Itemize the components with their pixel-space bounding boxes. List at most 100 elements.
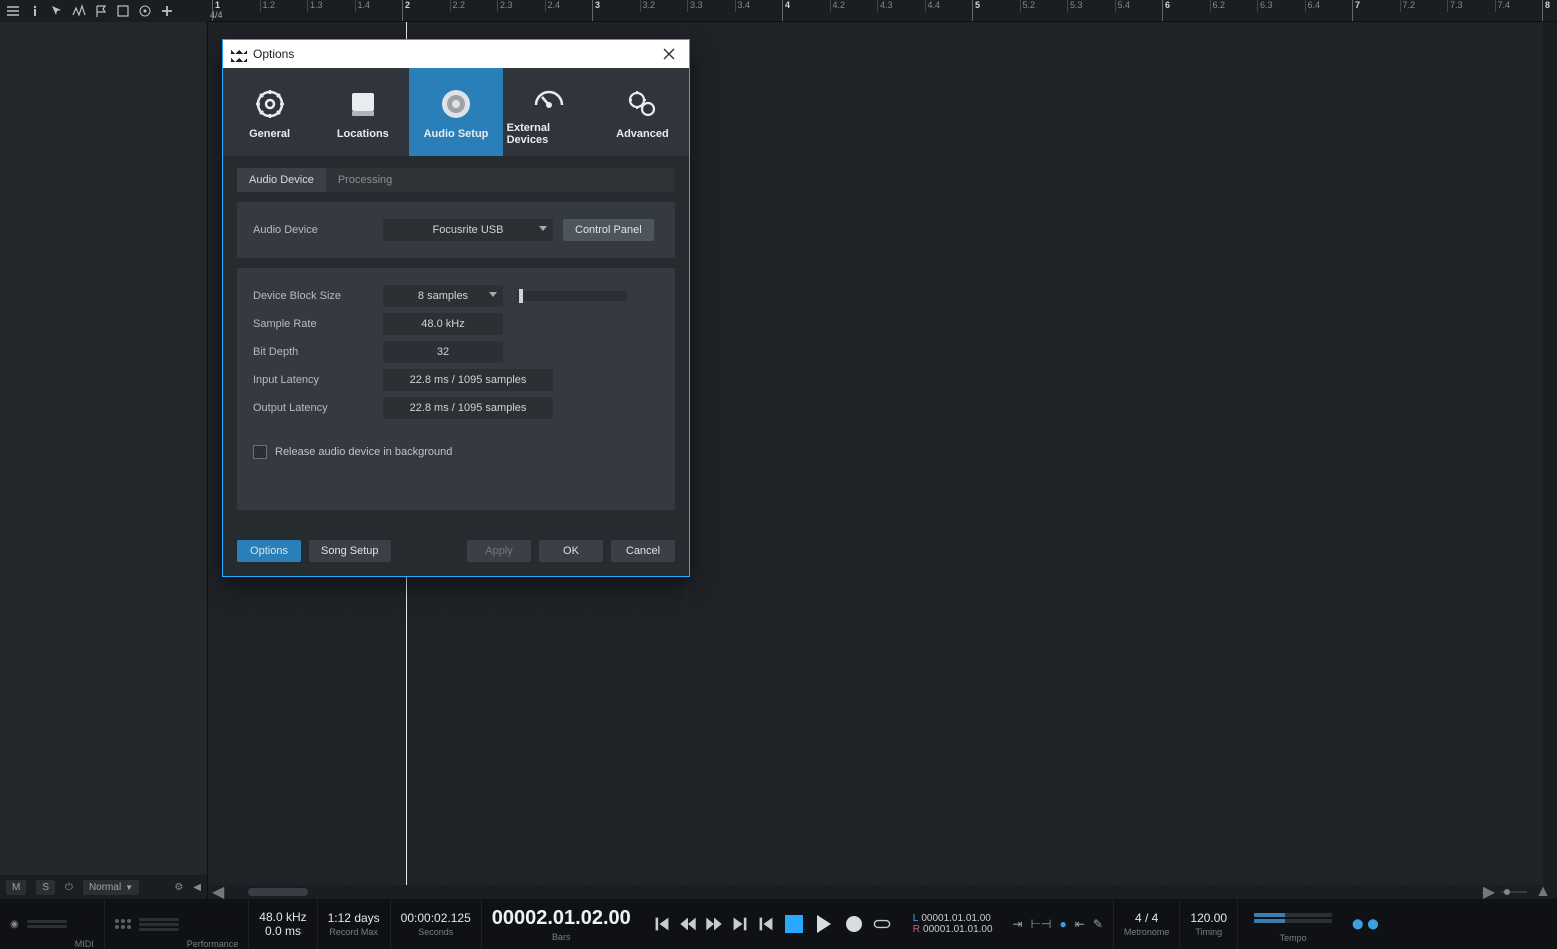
timeline-ruler[interactable]: 4/4 11.21.31.422.22.32.433.23.33.444.24.…: [208, 0, 1557, 22]
ruler-bar: 4: [782, 0, 790, 22]
tool-flag-icon[interactable]: [92, 2, 110, 20]
rewind-start-button[interactable]: [653, 915, 671, 933]
stop-button[interactable]: [783, 913, 805, 935]
locator-l-value[interactable]: 00001.01.01.00: [921, 913, 991, 924]
power-icon[interactable]: ⏻: [65, 882, 73, 893]
song-setup-button[interactable]: Song Setup: [309, 540, 391, 562]
bars-value[interactable]: 00002.01.02.00: [492, 907, 631, 930]
precount-icon[interactable]: ⇤: [1075, 917, 1085, 931]
preroll-icon[interactable]: ⇥: [1013, 917, 1023, 931]
dialog-title: Options: [253, 47, 294, 61]
subtab-audio-device[interactable]: Audio Device: [237, 168, 326, 192]
settings-icon[interactable]: ⚙: [174, 882, 183, 893]
scroll-thumb[interactable]: [248, 888, 308, 896]
record-button[interactable]: [843, 913, 865, 935]
metronome-dot-icon[interactable]: ●: [1060, 917, 1067, 931]
toggle-a-icon[interactable]: ⬤: [1352, 919, 1363, 930]
block-size-select[interactable]: 8 samples: [383, 285, 503, 307]
apply-button[interactable]: Apply: [467, 540, 531, 562]
ruler-beat: 1.4: [355, 0, 371, 12]
locator-l-label: L: [913, 913, 919, 924]
tool-draw-icon[interactable]: [70, 2, 88, 20]
sample-rate-label: Sample Rate: [253, 318, 383, 330]
ruler-beat: 7.3: [1447, 0, 1463, 12]
chevron-right-icon[interactable]: ▶: [1479, 882, 1499, 899]
rewind-button[interactable]: [679, 915, 697, 933]
timesig-value[interactable]: 4 / 4: [1135, 911, 1158, 925]
ruler-beat: 7.4: [1495, 0, 1511, 12]
audio-sub-tabs: Audio Device Processing: [237, 168, 675, 192]
ruler-beat: 5.3: [1067, 0, 1083, 12]
tab-audio-label: Audio Setup: [424, 128, 489, 140]
tab-audio-setup[interactable]: Audio Setup: [409, 68, 502, 156]
global-mute-button[interactable]: M: [6, 880, 26, 895]
return-to-start-button[interactable]: [757, 915, 775, 933]
tool-target-icon[interactable]: [136, 2, 154, 20]
tool-toolbar: [0, 0, 208, 22]
close-button[interactable]: [657, 42, 681, 66]
ruler-bar: 8: [1542, 0, 1550, 22]
sample-rate-value: 48.0 kHz: [259, 910, 306, 924]
audio-device-value: Focusrite USB: [433, 224, 504, 236]
tab-external-devices[interactable]: External Devices: [503, 68, 596, 156]
automation-mode-select[interactable]: Normal ▼: [83, 880, 139, 895]
options-dialog: Options General Locations Audio Setup Ex…: [222, 39, 690, 577]
audio-device-label: Audio Device: [253, 224, 383, 236]
audio-device-select[interactable]: Focusrite USB: [383, 219, 553, 241]
control-panel-button[interactable]: Control Panel: [563, 219, 654, 241]
release-bg-label: Release audio device in background: [275, 446, 452, 458]
drive-icon: [345, 86, 381, 122]
seconds-value[interactable]: 00:00:02.125: [401, 911, 471, 925]
sample-rate-field[interactable]: 48.0 kHz: [383, 313, 503, 335]
ruler-beat: 2.2: [450, 0, 466, 12]
click-icon[interactable]: ✎: [1093, 917, 1103, 931]
ruler-beat: 5.4: [1115, 0, 1131, 12]
transport-controls: [641, 913, 903, 935]
slider-thumb[interactable]: [519, 289, 523, 303]
autopunch-icon[interactable]: ⊢⊣: [1031, 917, 1052, 931]
output-latency-value: 22.8 ms / 1095 samples: [383, 397, 553, 419]
horizontal-scrollbar[interactable]: ◀ ▶ ▲: [208, 885, 1557, 899]
ruler-bar: 5: [972, 0, 980, 22]
tab-locations[interactable]: Locations: [316, 68, 409, 156]
tempo-value[interactable]: 120.00: [1190, 911, 1227, 925]
play-button[interactable]: [813, 913, 835, 935]
ruler-bar: 3: [592, 0, 600, 22]
metronome-label: Metronome: [1124, 927, 1170, 937]
gear-icon: [252, 86, 288, 122]
loop-button[interactable]: [873, 915, 891, 933]
seconds-label: Seconds: [418, 927, 453, 937]
subtab-processing[interactable]: Processing: [326, 168, 404, 192]
tool-square-icon[interactable]: [114, 2, 132, 20]
bit-depth-field[interactable]: 32: [383, 341, 503, 363]
tab-advanced-label: Advanced: [616, 128, 669, 140]
forward-button[interactable]: [705, 915, 723, 933]
global-solo-button[interactable]: S: [36, 880, 55, 895]
chevron-left-icon[interactable]: ◀: [208, 882, 228, 899]
ruler-beat: 3.4: [735, 0, 751, 12]
tool-add-icon[interactable]: [158, 2, 176, 20]
ruler-beat: 7.2: [1400, 0, 1416, 12]
release-bg-checkbox[interactable]: [253, 445, 267, 459]
locator-r-value[interactable]: 00001.01.01.00: [923, 924, 993, 935]
forward-end-button[interactable]: [731, 915, 749, 933]
zoom-fit-icon[interactable]: ▲: [1529, 883, 1557, 899]
tool-arrow-icon[interactable]: [48, 2, 66, 20]
ok-button[interactable]: OK: [539, 540, 603, 562]
chevron-down-icon: ▼: [125, 883, 133, 892]
ruler-beat: 6.4: [1305, 0, 1321, 12]
output-meter: [1248, 905, 1338, 931]
dialog-footer: Options Song Setup Apply OK Cancel: [223, 530, 689, 576]
dialog-titlebar[interactable]: Options: [223, 40, 689, 68]
chevron-left-icon[interactable]: ◀: [193, 882, 201, 893]
tab-general[interactable]: General: [223, 68, 316, 156]
block-size-slider[interactable]: [517, 291, 627, 301]
zoom-slider-icon[interactable]: [1499, 886, 1529, 898]
cancel-button[interactable]: Cancel: [611, 540, 675, 562]
toggle-b-icon[interactable]: ⬤: [1367, 919, 1378, 930]
tab-advanced[interactable]: Advanced: [596, 68, 689, 156]
options-footer-button[interactable]: Options: [237, 540, 301, 562]
vertical-scrollbar[interactable]: [1543, 22, 1557, 885]
tool-info-icon[interactable]: [26, 2, 44, 20]
tool-menu-icon[interactable]: [4, 2, 22, 20]
